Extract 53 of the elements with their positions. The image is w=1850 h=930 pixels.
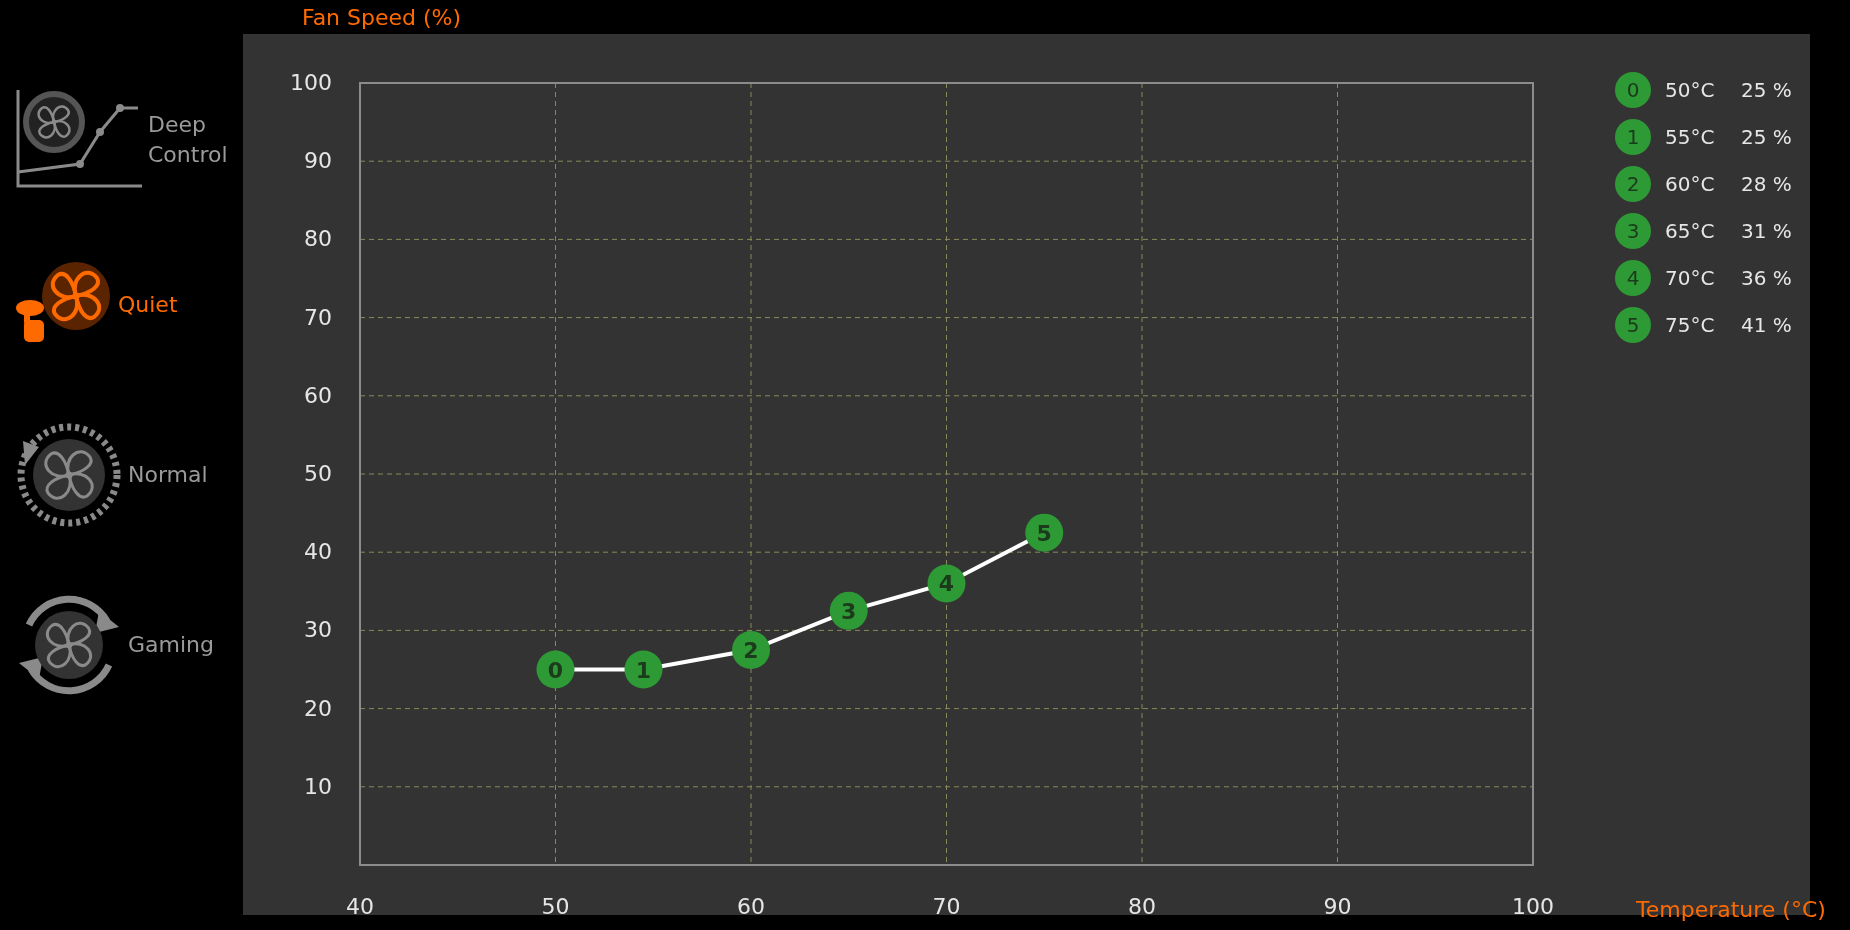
curve-point-handle[interactable]: 1 (624, 650, 663, 689)
point-temperature: 75°C (1665, 312, 1716, 339)
fan-mode-button[interactable]: Gaming (0, 560, 243, 730)
point-speed: 25 % (1741, 124, 1792, 151)
x-tick-label: 90 (1323, 894, 1352, 919)
annotation: 5 (1036, 520, 1052, 546)
curve-point-handle[interactable]: 3 (829, 591, 868, 630)
point-temperature: 65°C (1665, 218, 1716, 245)
y-tick-label: 90 (304, 148, 332, 174)
point-index-badge: 4 (1615, 260, 1651, 296)
x-tick-label: 50 (541, 894, 570, 919)
x-tick-label: 60 (737, 894, 765, 919)
point-speed: 25 % (1741, 77, 1792, 104)
point-index-badge: 5 (1615, 307, 1651, 343)
annotation: 0 (547, 657, 564, 683)
curve-point-handle[interactable]: 5 (1025, 513, 1064, 552)
annotation: 2 (743, 637, 759, 663)
curve-point-handle[interactable]: 4 (927, 564, 966, 603)
point-speed: 41 % (1741, 312, 1792, 339)
curve-point-handle[interactable]: 0 (536, 650, 575, 689)
point-index-badge: 0 (1615, 72, 1651, 108)
y-tick-label: 100 (290, 70, 332, 95)
y-axis-title: Fan Speed (%) (302, 3, 462, 32)
y-tick-label: 80 (304, 226, 332, 252)
point-temperature: 70°C (1665, 265, 1716, 292)
annotation: 1 (635, 657, 652, 683)
annotation: 4 (938, 571, 955, 597)
fan-mode-button[interactable]: Normal (0, 390, 243, 560)
point-speed: 28 % (1741, 171, 1792, 198)
y-tick-label: 70 (304, 304, 332, 330)
x-axis-title: Temperature (°C) (1636, 896, 1826, 924)
curve-point-handle[interactable]: 2 (732, 630, 770, 669)
x-tick-label: 100 (1512, 894, 1554, 919)
y-tick-label: 60 (304, 382, 332, 408)
point-speed: 31 % (1741, 218, 1792, 245)
point-speed: 36 % (1741, 265, 1792, 292)
point-temperature: 60°C (1665, 171, 1716, 198)
y-tick-label: 10 (304, 773, 332, 799)
x-tick-label: 70 (932, 894, 961, 919)
fan-mode-button[interactable]: Quiet (0, 220, 243, 390)
y-tick-label: 40 (304, 539, 332, 565)
fan-mode-button[interactable]: Deep Control (0, 60, 243, 220)
y-tick-label: 50 (304, 461, 332, 486)
point-temperature: 50°C (1665, 77, 1716, 104)
x-tick-label: 80 (1128, 894, 1156, 919)
annotation: 3 (841, 598, 857, 624)
x-tick-label: 40 (346, 894, 374, 919)
y-tick-label: 20 (304, 695, 332, 721)
point-temperature: 55°C (1665, 124, 1716, 151)
point-index-badge: 2 (1615, 166, 1651, 202)
y-tick-label: 30 (304, 617, 332, 643)
point-index-badge: 1 (1615, 119, 1651, 155)
point-index-badge: 3 (1615, 213, 1651, 249)
